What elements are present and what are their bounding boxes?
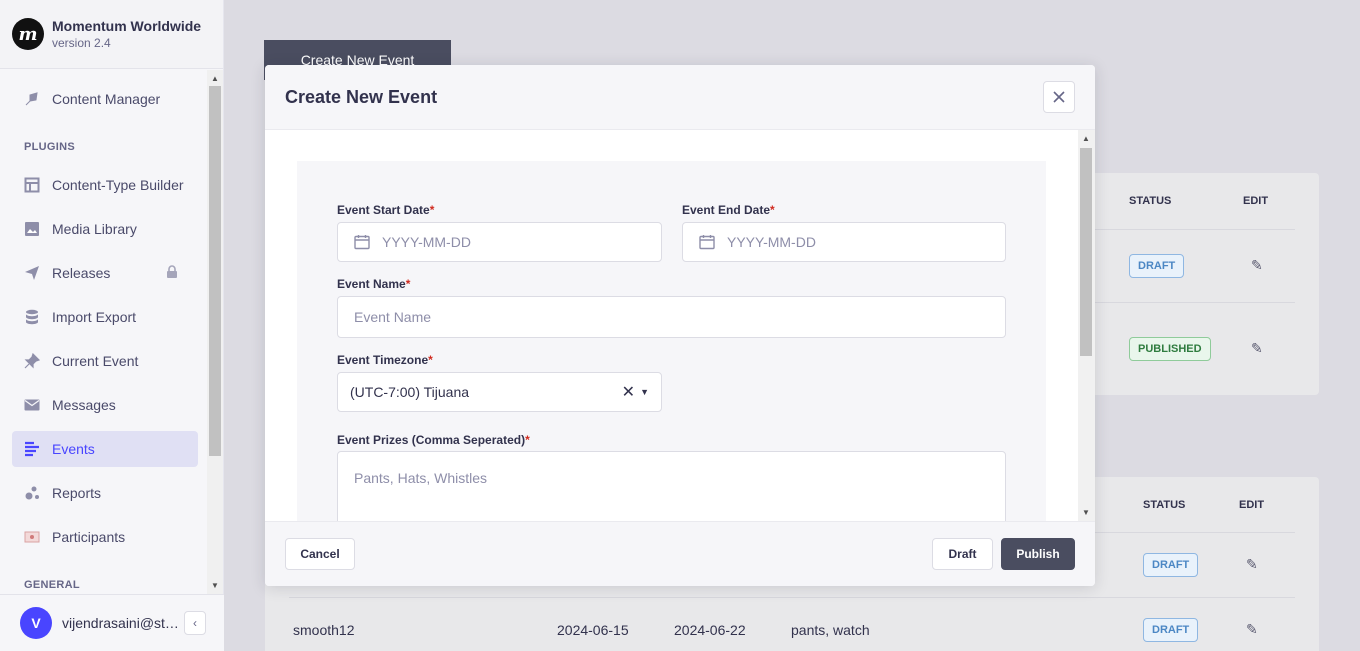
clear-selection-icon[interactable]: ✕ bbox=[622, 382, 635, 402]
start-date-field[interactable]: YYYY-MM-DD bbox=[337, 222, 662, 262]
envelope-icon bbox=[24, 397, 40, 413]
sidebar-item-label: Participants bbox=[52, 529, 126, 545]
close-icon bbox=[1053, 91, 1065, 103]
sidebar-item-current-event[interactable]: Current Event bbox=[12, 343, 198, 379]
database-icon bbox=[24, 309, 40, 325]
timezone-label: Event Timezone* bbox=[337, 353, 433, 367]
sidebar-item-import-export[interactable]: Import Export bbox=[12, 299, 198, 335]
scroll-up-arrow-icon[interactable]: ▲ bbox=[1082, 134, 1090, 143]
sidebar-item-label: Reports bbox=[52, 485, 102, 501]
badge-icon bbox=[24, 529, 40, 545]
end-date-placeholder: YYYY-MM-DD bbox=[727, 234, 816, 250]
avatar: V bbox=[20, 607, 52, 639]
sidebar-item-label: Releases bbox=[52, 265, 111, 281]
modal-body: Event Start Date* YYYY-MM-DD Event End D… bbox=[265, 130, 1095, 521]
sidebar-nav: Content Manager PLUGINS Content-Type Bui… bbox=[0, 70, 207, 594]
brand-name: Momentum Worldwide bbox=[52, 18, 202, 34]
event-name-label: Event Name* bbox=[337, 277, 411, 291]
sidebar-item-media-library[interactable]: Media Library bbox=[12, 211, 198, 247]
brand-version: version 2.4 bbox=[52, 36, 111, 50]
pin-icon bbox=[24, 353, 40, 369]
event-form: Event Start Date* YYYY-MM-DD Event End D… bbox=[297, 161, 1046, 521]
scroll-down-arrow-icon[interactable]: ▼ bbox=[211, 581, 219, 590]
event-name-field[interactable]: Event Name bbox=[337, 296, 1006, 338]
sidebar-item-participants[interactable]: Participants bbox=[12, 519, 198, 555]
sidebar-item-label: Media Library bbox=[52, 221, 137, 237]
status-badge: DRAFT bbox=[1143, 618, 1199, 642]
feather-icon bbox=[24, 91, 40, 107]
paper-plane-icon bbox=[24, 265, 40, 281]
close-button[interactable] bbox=[1043, 81, 1075, 113]
prizes-textarea[interactable]: Pants, Hats, Whistles bbox=[337, 451, 1006, 521]
chevron-left-icon: ‹ bbox=[193, 616, 197, 630]
chart-dots-icon bbox=[24, 485, 40, 501]
brand-header: m Momentum Worldwide version 2.4 bbox=[0, 0, 223, 69]
event-name-placeholder: Event Name bbox=[354, 309, 432, 325]
sidebar-item-label: Events bbox=[52, 441, 95, 457]
calendar-icon bbox=[354, 234, 370, 250]
draft-button[interactable]: Draft bbox=[932, 538, 993, 570]
create-event-modal: Create New Event Event Start Date* YYYY-… bbox=[265, 65, 1095, 586]
pencil-icon[interactable]: ✎ bbox=[1246, 556, 1258, 573]
collapse-sidebar-button[interactable]: ‹ bbox=[184, 611, 206, 635]
image-icon bbox=[24, 221, 40, 237]
scroll-down-arrow-icon[interactable]: ▼ bbox=[1082, 508, 1090, 517]
sidebar-item-label: Import Export bbox=[52, 309, 137, 325]
column-header-status: STATUS bbox=[1143, 499, 1186, 511]
sidebar: m Momentum Worldwide version 2.4 Content… bbox=[0, 0, 224, 651]
sidebar-item-events[interactable]: Events bbox=[12, 431, 198, 467]
event-prizes-cell: pants, watch bbox=[791, 622, 870, 638]
modal-scrollbar[interactable]: ▲ ▼ bbox=[1078, 130, 1095, 521]
scroll-up-arrow-icon[interactable]: ▲ bbox=[211, 74, 219, 83]
sidebar-item-label: Content Manager bbox=[52, 91, 161, 107]
sidebar-item-content-manager[interactable]: Content Manager bbox=[12, 81, 198, 117]
modal-title: Create New Event bbox=[285, 86, 438, 107]
sidebar-item-messages[interactable]: Messages bbox=[12, 387, 198, 423]
event-start-cell: 2024-06-15 bbox=[557, 622, 629, 638]
start-date-label: Event Start Date* bbox=[337, 203, 435, 217]
calendar-icon bbox=[699, 234, 715, 250]
publish-button[interactable]: Publish bbox=[1001, 538, 1075, 570]
pencil-icon[interactable]: ✎ bbox=[1251, 340, 1263, 357]
timezone-select[interactable]: (UTC-7:00) Tijuana ✕ ▼ bbox=[337, 372, 662, 412]
status-badge: DRAFT bbox=[1143, 553, 1199, 577]
user-bar[interactable]: V vijendrasaini@stackfusion.io ‹ bbox=[0, 594, 224, 651]
timezone-value: (UTC-7:00) Tijuana bbox=[350, 384, 470, 400]
prizes-label: Event Prizes (Comma Seperated)* bbox=[337, 433, 530, 447]
user-email: vijendrasaini@stackfusion.io bbox=[62, 615, 182, 631]
layout-icon bbox=[24, 177, 40, 193]
sidebar-item-releases[interactable]: Releases bbox=[12, 255, 198, 291]
sidebar-item-reports[interactable]: Reports bbox=[12, 475, 198, 511]
prizes-placeholder: Pants, Hats, Whistles bbox=[354, 470, 488, 486]
status-badge: PUBLISHED bbox=[1129, 337, 1211, 361]
scrollbar-thumb[interactable] bbox=[209, 86, 221, 456]
list-icon bbox=[24, 441, 40, 457]
column-header-edit: EDIT bbox=[1243, 195, 1269, 207]
column-header-edit: EDIT bbox=[1239, 499, 1265, 511]
end-date-label: Event End Date* bbox=[682, 203, 775, 217]
caret-down-icon[interactable]: ▼ bbox=[640, 387, 649, 397]
lock-icon bbox=[166, 265, 178, 281]
event-end-cell: 2024-06-22 bbox=[674, 622, 746, 638]
column-header-status: STATUS bbox=[1129, 195, 1172, 207]
end-date-field[interactable]: YYYY-MM-DD bbox=[682, 222, 1006, 262]
scrollbar-thumb[interactable] bbox=[1080, 148, 1092, 356]
sidebar-item-label: Content-Type Builder bbox=[52, 177, 184, 193]
brand-logo: m bbox=[12, 18, 44, 50]
section-plugins: PLUGINS bbox=[24, 141, 75, 153]
sidebar-item-label: Current Event bbox=[52, 353, 139, 369]
cancel-button[interactable]: Cancel bbox=[285, 538, 355, 570]
sidebar-item-content-type-builder[interactable]: Content-Type Builder bbox=[12, 167, 198, 203]
pencil-icon[interactable]: ✎ bbox=[1246, 621, 1258, 638]
section-general: GENERAL bbox=[24, 579, 80, 591]
event-name-cell: smooth12 bbox=[293, 622, 355, 638]
start-date-placeholder: YYYY-MM-DD bbox=[382, 234, 471, 250]
pencil-icon[interactable]: ✎ bbox=[1251, 257, 1263, 274]
modal-header: Create New Event bbox=[265, 65, 1095, 130]
status-badge: DRAFT bbox=[1129, 254, 1185, 278]
sidebar-item-label: Messages bbox=[52, 397, 116, 413]
modal-footer: Cancel Draft Publish bbox=[265, 521, 1095, 586]
sidebar-scrollbar[interactable]: ▲ ▼ bbox=[207, 70, 223, 594]
